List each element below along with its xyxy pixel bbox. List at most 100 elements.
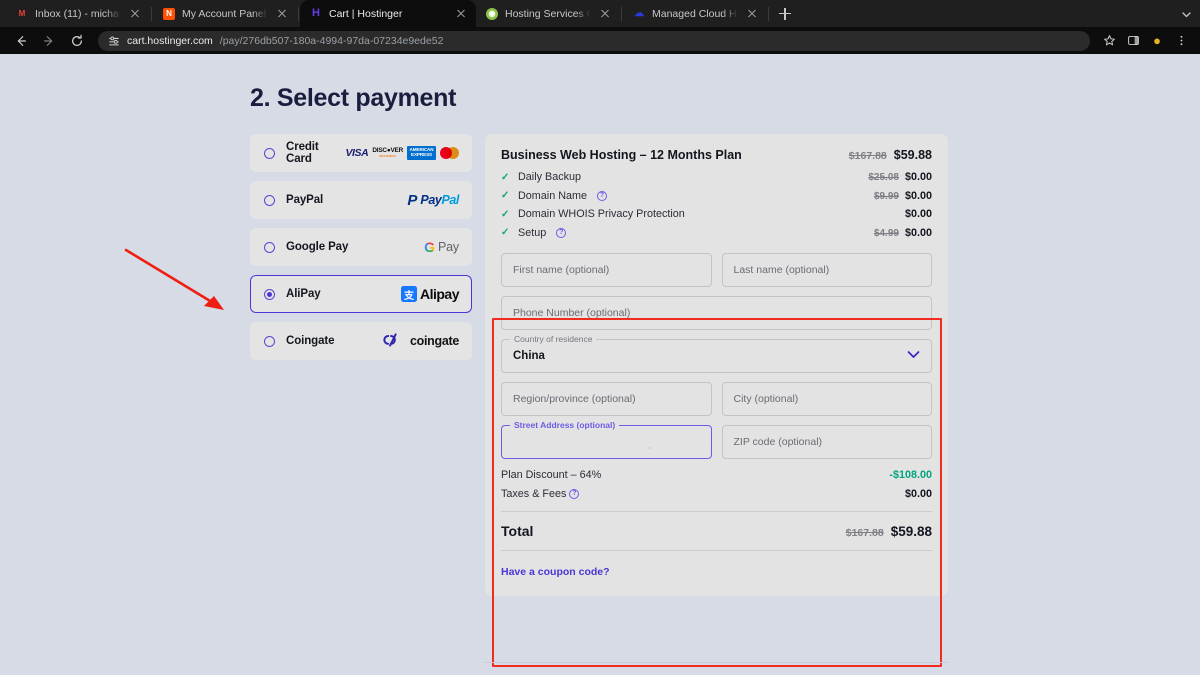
payment-option-google-pay[interactable]: Google Pay G Pay: [250, 228, 472, 266]
info-icon[interactable]: ?: [569, 488, 580, 499]
feature-new-price: $0.00: [904, 226, 932, 239]
page-title: 2. Select payment: [250, 84, 457, 112]
payment-option-credit-card[interactable]: Credit Card VISA DISC●VER NETWORK AMERIC…: [250, 134, 472, 172]
google-pay-logo: G Pay: [424, 240, 459, 254]
first-name-field[interactable]: First name (optional): [501, 252, 712, 287]
browser-window: M Inbox (11) - michaelseostudio N My Acc…: [0, 0, 1200, 675]
cloudways-icon: ☁: [634, 7, 644, 19]
order-summary-card: Business Web Hosting – 12 Months Plan $1…: [485, 134, 948, 596]
radio-credit-card[interactable]: [264, 147, 275, 159]
taxes-fees-label: Taxes & Fees: [501, 487, 567, 500]
city-field[interactable]: City (optional): [721, 381, 932, 416]
payment-option-label: Google Pay: [286, 241, 349, 253]
gmail-icon: M: [18, 8, 26, 18]
last-name-field[interactable]: Last name (optional): [721, 252, 932, 287]
payment-option-label: Credit Card: [286, 141, 319, 165]
tab-strip: M Inbox (11) - michaelseostudio N My Acc…: [0, 0, 1200, 27]
radio-alipay[interactable]: [264, 288, 275, 300]
feature-row: ✓ Daily Backup $25.08 $0.00: [501, 171, 932, 183]
google-g-icon: G: [424, 239, 436, 255]
back-button[interactable]: [8, 28, 34, 54]
close-icon[interactable]: [128, 7, 142, 21]
browser-toolbar: cart.hostinger.com/pay/276db507-180a-499…: [0, 27, 1200, 54]
check-icon: ✓: [501, 171, 510, 183]
feature-price: $25.08 $0.00: [868, 171, 932, 183]
star-icon[interactable]: [1098, 30, 1120, 52]
google-pay-wordmark: Pay: [438, 240, 459, 254]
first-name-placeholder: First name (optional): [513, 263, 610, 276]
alipay-wordmark: Alipay: [419, 286, 460, 302]
region-province-field[interactable]: Region/province (optional): [501, 381, 712, 416]
country-row: Country of residence China: [501, 333, 932, 373]
checkout-footer: Submit Secure Payment 30-Day Money-Back …: [485, 662, 948, 675]
country-select[interactable]: Country of residence China: [501, 333, 932, 373]
mastercard-icon: [440, 147, 459, 159]
paypal-glyph-icon: P: [407, 191, 418, 209]
browser-tab-3[interactable]: ◉ Hosting Services Crafted with: [476, 0, 620, 27]
street-address-field[interactable]: Street Address (optional): [501, 419, 712, 459]
browser-tab-4[interactable]: ☁ Managed Cloud Hosting Platf: [623, 0, 767, 27]
check-icon: ✓: [501, 190, 510, 201]
divider: [485, 662, 948, 663]
extension-icon[interactable]: ●: [1146, 30, 1168, 52]
plan-discount-value: -$108.00: [889, 468, 932, 481]
discover-icon: DISC●VER NETWORK: [372, 147, 404, 158]
tab-title: Hosting Services Crafted with: [505, 7, 591, 20]
feature-price: $4.99 $0.00: [874, 227, 932, 239]
plan-price: $167.88 $59.88: [849, 148, 932, 162]
plan-discount-label: Plan Discount – 64%: [501, 468, 602, 481]
site-settings-icon[interactable]: [108, 35, 120, 47]
total-new-price: $59.88: [890, 523, 932, 539]
divider: [501, 510, 932, 512]
visa-icon: VISA: [345, 147, 369, 159]
feature-old-price: $4.99: [873, 227, 899, 239]
address-bar[interactable]: cart.hostinger.com/pay/276db507-180a-499…: [98, 30, 1090, 51]
namecheap-icon: N: [163, 7, 175, 20]
totals-section: Plan Discount – 64% -$108.00 Taxes & Fee…: [501, 469, 932, 580]
chevron-down-icon[interactable]: [1178, 6, 1194, 22]
side-panel-icon[interactable]: [1122, 30, 1144, 52]
close-icon[interactable]: [745, 7, 759, 21]
chevron-down-icon[interactable]: [907, 350, 920, 362]
coingate-wordmark: coingate: [410, 334, 459, 348]
taxes-fees-value: $0.00: [904, 487, 932, 500]
close-icon[interactable]: [454, 7, 468, 21]
phone-row: Phone Number (optional): [501, 295, 932, 330]
zip-code-field[interactable]: ZIP code (optional): [721, 424, 932, 459]
chrome-menu-icon[interactable]: [1170, 30, 1192, 52]
phone-number-field[interactable]: Phone Number (optional): [501, 295, 932, 330]
region-city-row: Region/province (optional) City (optiona…: [501, 381, 932, 416]
info-icon[interactable]: ?: [556, 227, 567, 238]
feature-label: Domain Name: [518, 189, 588, 202]
payment-option-paypal[interactable]: PayPal P PayPal: [250, 181, 472, 219]
forward-button[interactable]: [36, 28, 62, 54]
url-path: /pay/276db507-180a-4994-97da-07234e9ede5…: [219, 34, 444, 47]
divider: [501, 549, 932, 551]
tab-title: Managed Cloud Hosting Platf: [652, 7, 738, 20]
plan-name: Business Web Hosting – 12 Months Plan: [501, 148, 742, 162]
info-icon[interactable]: ?: [597, 190, 608, 201]
coupon-code-link[interactable]: Have a coupon code?: [501, 566, 610, 578]
browser-tab-1[interactable]: N My Account Panel - Namecheap: [153, 0, 297, 27]
feature-new-price: $0.00: [904, 208, 932, 220]
reload-button[interactable]: [64, 28, 90, 54]
toolbar-actions: ●: [1098, 30, 1192, 52]
tab-divider: [151, 6, 152, 21]
browser-tab-0[interactable]: M Inbox (11) - michaelseostudio: [6, 0, 150, 27]
region-placeholder: Region/province (optional): [513, 392, 636, 405]
plan-old-price: $167.88: [848, 150, 887, 162]
radio-google-pay[interactable]: [264, 241, 275, 253]
browser-tab-2-active[interactable]: H Cart | Hostinger: [300, 0, 476, 27]
payment-option-alipay[interactable]: AliPay 支 Alipay: [250, 275, 472, 313]
alipay-mark-icon: 支: [400, 286, 417, 302]
country-value: China: [513, 349, 545, 362]
radio-coingate[interactable]: [264, 335, 275, 347]
new-tab-button[interactable]: [774, 3, 796, 25]
zip-placeholder: ZIP code (optional): [733, 435, 823, 448]
close-icon[interactable]: [275, 7, 289, 21]
radio-paypal[interactable]: [264, 194, 275, 206]
taxes-fees-row: Taxes & Fees ? $0.00: [501, 488, 932, 500]
payment-option-coingate[interactable]: Coingate coingate: [250, 322, 472, 360]
close-icon[interactable]: [598, 7, 612, 21]
tab-divider: [298, 6, 299, 21]
